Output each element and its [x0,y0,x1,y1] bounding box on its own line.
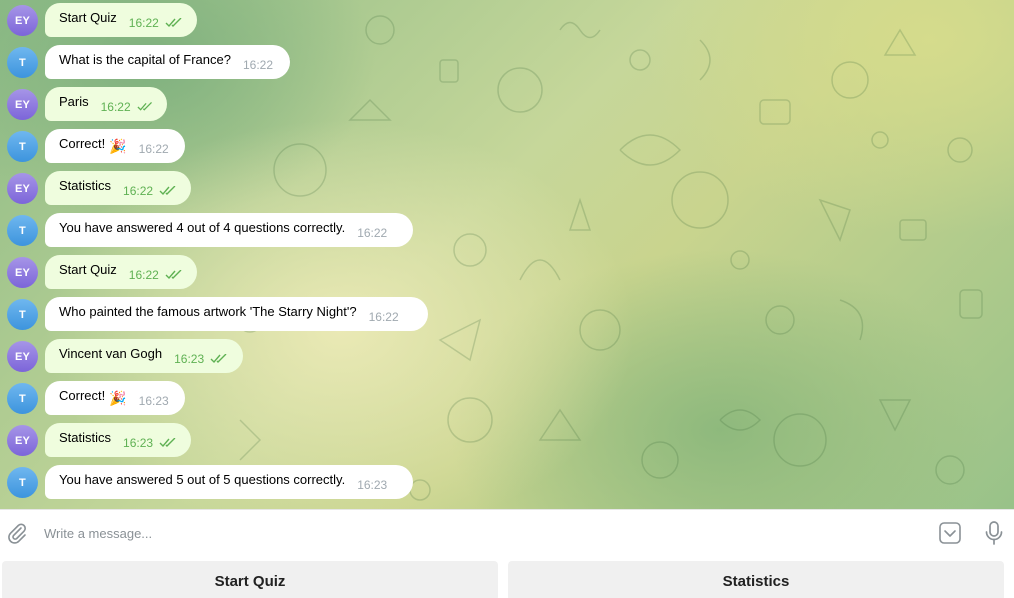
keyboard-toggle-icon[interactable] [938,521,962,545]
incoming-message-bubble[interactable]: Correct! 🎉 16:22 [45,129,185,163]
message-text: Correct! [59,135,106,151]
message-time: 16:22 [138,142,169,156]
double-check-icon [165,18,182,28]
user-avatar[interactable]: EY [7,425,38,456]
double-check-icon [159,438,176,448]
start-quiz-button[interactable]: Start Quiz [2,561,498,598]
message-text: What is the capital of France? [59,51,231,67]
user-avatar[interactable]: EY [7,173,38,204]
bot-avatar[interactable]: T [7,299,38,330]
party-popper-emoji: 🎉 [109,389,127,406]
telegram-chat-window: EY Start Quiz 16:22 T What is the capita… [0,0,1014,598]
message-text: Correct! [59,387,106,403]
message-time: 16:22 [123,184,154,198]
double-check-icon [210,354,227,364]
paperclip-icon[interactable] [6,522,28,544]
message-text: Start Quiz [59,9,117,25]
user-avatar[interactable]: EY [7,89,38,120]
message-text: Statistics [59,177,112,193]
outgoing-message-bubble[interactable]: Vincent van Gogh 16:23 [45,339,243,373]
message-text: Start Quiz [59,261,117,277]
bot-avatar[interactable]: T [7,467,38,498]
chat-message-area[interactable]: EY Start Quiz 16:22 T What is the capita… [0,0,1014,509]
message-time: 16:22 [100,100,131,114]
double-check-icon [159,186,176,196]
message-text: You have answered 4 out of 4 questions c… [59,219,346,235]
statistics-button[interactable]: Statistics [508,561,1004,598]
outgoing-message-bubble[interactable]: Statistics 16:23 [45,423,191,457]
message-text: You have answered 5 out of 5 questions c… [59,471,346,487]
message-time: 16:23 [123,436,154,450]
message-text: Statistics [59,429,112,445]
message-text: Who painted the famous artwork 'The Star… [59,303,357,319]
outgoing-message-bubble[interactable]: Statistics 16:22 [45,171,191,205]
incoming-message-bubble[interactable]: You have answered 5 out of 5 questions c… [45,465,413,499]
double-check-icon [165,270,182,280]
message-text: Paris [59,93,89,109]
user-avatar[interactable]: EY [7,5,38,36]
party-popper-emoji: 🎉 [109,137,127,154]
incoming-message-bubble[interactable]: What is the capital of France? 16:22 [45,45,290,79]
bot-avatar[interactable]: T [7,215,38,246]
microphone-icon[interactable] [984,520,1004,546]
message-time: 16:22 [242,58,274,72]
incoming-message-bubble[interactable]: You have answered 4 out of 4 questions c… [45,213,413,247]
outgoing-message-bubble[interactable]: Start Quiz 16:22 [45,3,197,37]
double-check-icon [137,102,152,111]
outgoing-message-bubble[interactable]: Start Quiz 16:22 [45,255,197,289]
incoming-message-bubble[interactable]: Who painted the famous artwork 'The Star… [45,297,428,331]
message-text: Vincent van Gogh [59,345,163,361]
message-time: 16:22 [368,310,399,324]
message-time: 16:22 [357,226,388,240]
message-time: 16:23 [174,352,205,366]
message-time: 16:23 [357,478,388,492]
message-time: 16:23 [138,394,169,408]
message-time: 16:22 [128,16,159,30]
message-time: 16:22 [128,268,159,282]
user-avatar[interactable]: EY [7,257,38,288]
user-avatar[interactable]: EY [7,341,38,372]
incoming-message-bubble[interactable]: Correct! 🎉 16:23 [45,381,185,415]
message-composer [0,509,1014,556]
bot-avatar[interactable]: T [7,383,38,414]
message-input[interactable] [44,522,904,544]
bot-avatar[interactable]: T [7,47,38,78]
bot-reply-keyboard: Start Quiz Statistics [0,555,1014,598]
outgoing-message-bubble[interactable]: Paris 16:22 [45,87,167,121]
bot-avatar[interactable]: T [7,131,38,162]
